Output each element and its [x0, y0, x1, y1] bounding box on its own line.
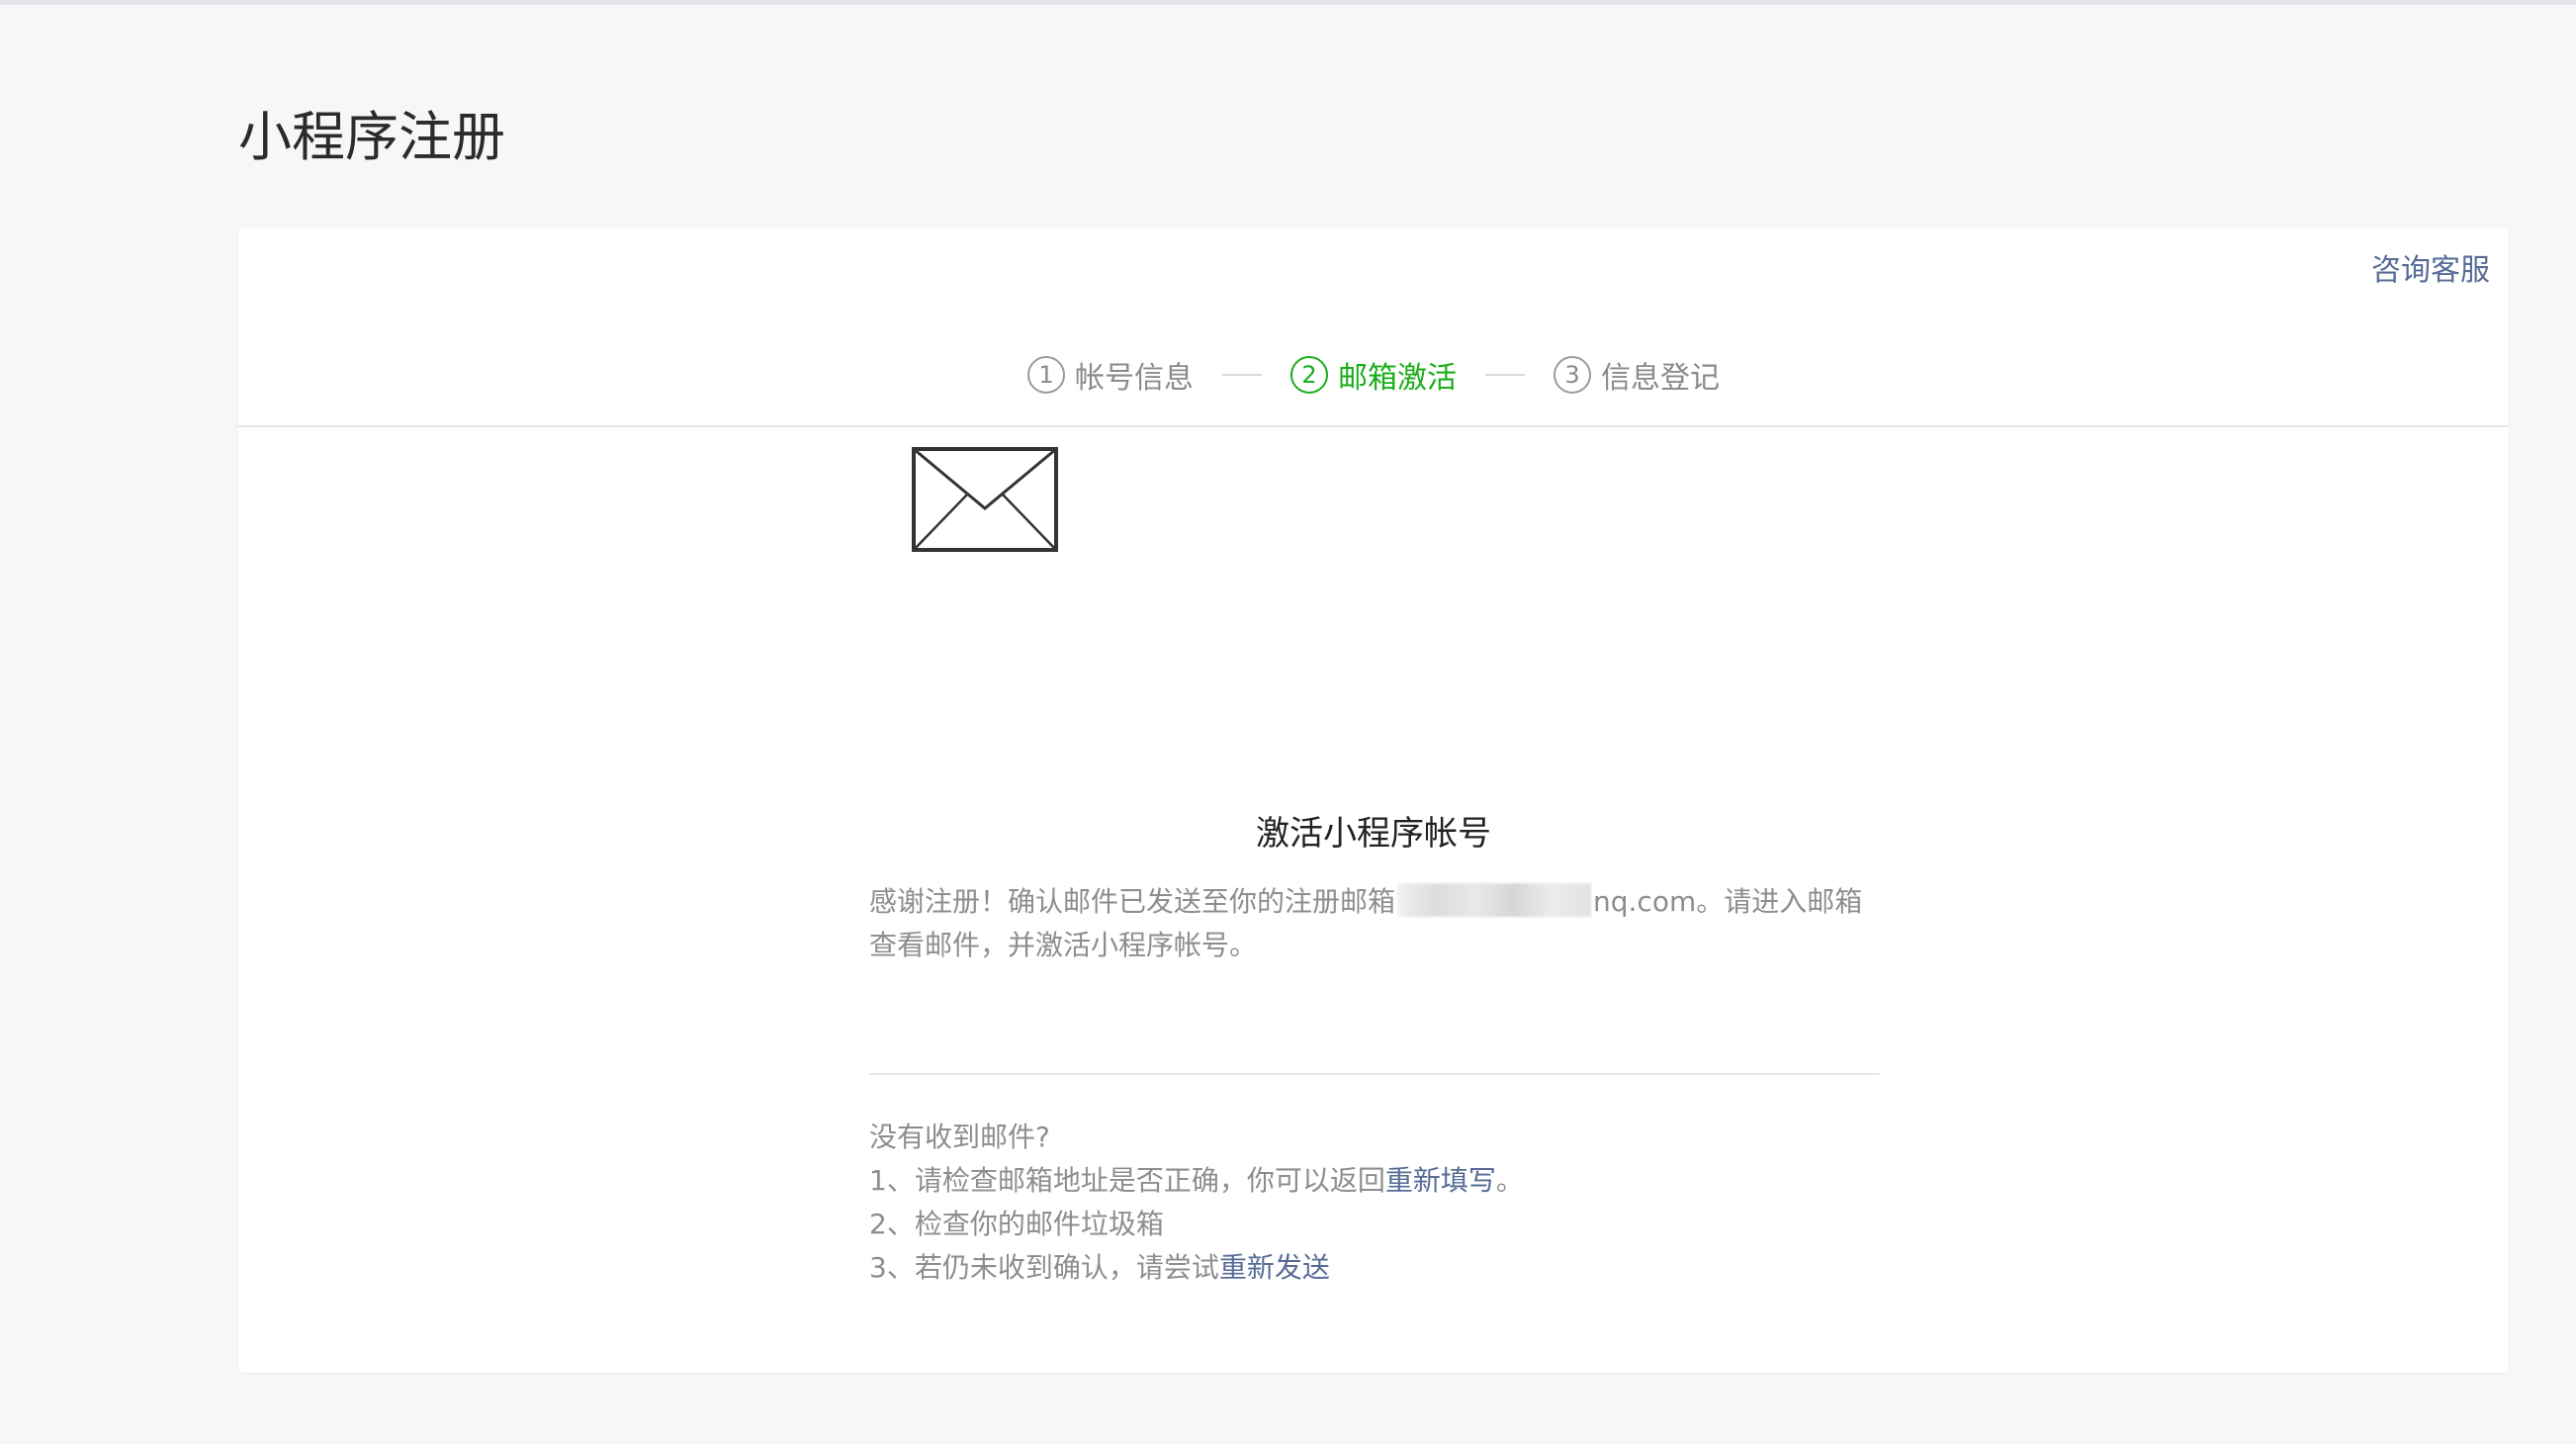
help-item-1: 1、请检查邮箱地址是否正确，你可以返回重新填写。 [869, 1159, 1957, 1203]
page-title: 小程序注册 [238, 106, 505, 168]
email-suffix: nq.com [1593, 885, 1697, 918]
redacted-email [1397, 883, 1592, 917]
registration-steps: 1 帐号信息 2 邮箱激活 3 信息登记 [238, 350, 2509, 400]
step-account-info: 1 帐号信息 [1027, 353, 1194, 397]
activation-description: 感谢注册！确认邮件已发送至你的注册邮箱 nq.com。请进入邮箱查看邮件，并激活小… [869, 880, 1878, 967]
refill-link[interactable]: 重新填写 [1385, 1164, 1496, 1197]
help-item-3-text: 3、若仍未收到确认，请尝试 [869, 1251, 1219, 1284]
step-label: 邮箱激活 [1338, 361, 1457, 396]
registration-card: 咨询客服 1 帐号信息 2 邮箱激活 3 信息登记 激活小程序帐号 感谢注册！确… [238, 227, 2509, 1373]
envelope-icon [912, 447, 1058, 552]
step-label: 信息登记 [1601, 361, 1720, 396]
step-number: 3 [1554, 356, 1591, 394]
description-prefix: 感谢注册！确认邮件已发送至你的注册邮箱 [869, 885, 1396, 918]
consult-service-link[interactable]: 咨询客服 [2371, 251, 2490, 291]
help-heading: 没有收到邮件? [869, 1121, 1050, 1153]
top-border [0, 0, 2576, 5]
step-email-activation: 2 邮箱激活 [1290, 353, 1457, 397]
help-section: 没有收到邮件? 1、请检查邮箱地址是否正确，你可以返回重新填写。 2、检查你的邮… [869, 1116, 1957, 1290]
help-item-2: 2、检查你的邮件垃圾箱 [869, 1208, 1164, 1240]
step-number: 2 [1290, 356, 1328, 394]
content-divider [869, 1073, 1880, 1075]
step-label: 帐号信息 [1075, 361, 1194, 396]
step-separator [1222, 374, 1262, 376]
help-item-1-suffix: 。 [1495, 1164, 1524, 1197]
activation-title: 激活小程序帐号 [1256, 814, 1491, 854]
step-number: 1 [1027, 356, 1065, 394]
step-separator [1485, 374, 1525, 376]
help-item-3: 3、若仍未收到确认，请尝试重新发送 [869, 1246, 1957, 1290]
help-item-1-text: 1、请检查邮箱地址是否正确，你可以返回 [869, 1164, 1385, 1197]
card-header: 咨询客服 1 帐号信息 2 邮箱激活 3 信息登记 [238, 227, 2509, 427]
step-info-registration: 3 信息登记 [1554, 353, 1720, 397]
resend-link[interactable]: 重新发送 [1219, 1251, 1330, 1284]
